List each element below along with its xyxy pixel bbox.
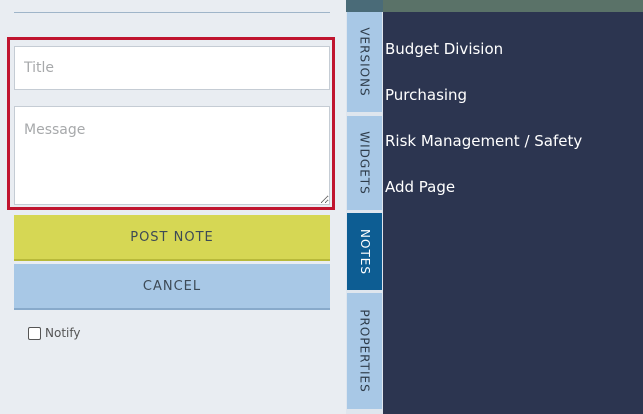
header-image-strip <box>383 0 643 12</box>
cancel-button[interactable]: CANCEL <box>14 264 330 310</box>
page-link-budget-division[interactable]: Budget Division <box>385 40 503 58</box>
tab-versions-label: VERSIONS <box>357 27 372 97</box>
tab-widgets[interactable]: WIDGETS <box>347 116 382 210</box>
title-input[interactable] <box>14 46 330 90</box>
add-page-link[interactable]: Add Page <box>385 178 455 196</box>
notes-panel: POST NOTE CANCEL Notify <box>0 0 346 414</box>
tab-versions[interactable]: VERSIONS <box>347 12 382 112</box>
notify-checkbox[interactable] <box>28 326 41 340</box>
tab-properties[interactable]: PROPERTIES <box>347 293 382 409</box>
tab-bar-top-strip <box>346 0 383 12</box>
page-link-risk-management-safety[interactable]: Risk Management / Safety <box>385 132 582 150</box>
side-tab-bar: VERSIONS WIDGETS NOTES PROPERTIES <box>346 0 383 414</box>
notify-option: Notify <box>28 326 80 340</box>
tab-notes[interactable]: NOTES <box>347 213 382 290</box>
post-note-button[interactable]: POST NOTE <box>14 215 330 261</box>
page-list-panel: Budget Division Purchasing Risk Manageme… <box>383 12 643 414</box>
notify-label: Notify <box>45 326 81 340</box>
page-link-purchasing[interactable]: Purchasing <box>385 86 467 104</box>
message-textarea[interactable] <box>14 106 330 205</box>
divider <box>14 12 330 13</box>
tab-properties-label: PROPERTIES <box>357 309 372 393</box>
tab-widgets-label: WIDGETS <box>357 131 372 195</box>
tab-notes-label: NOTES <box>357 228 372 275</box>
